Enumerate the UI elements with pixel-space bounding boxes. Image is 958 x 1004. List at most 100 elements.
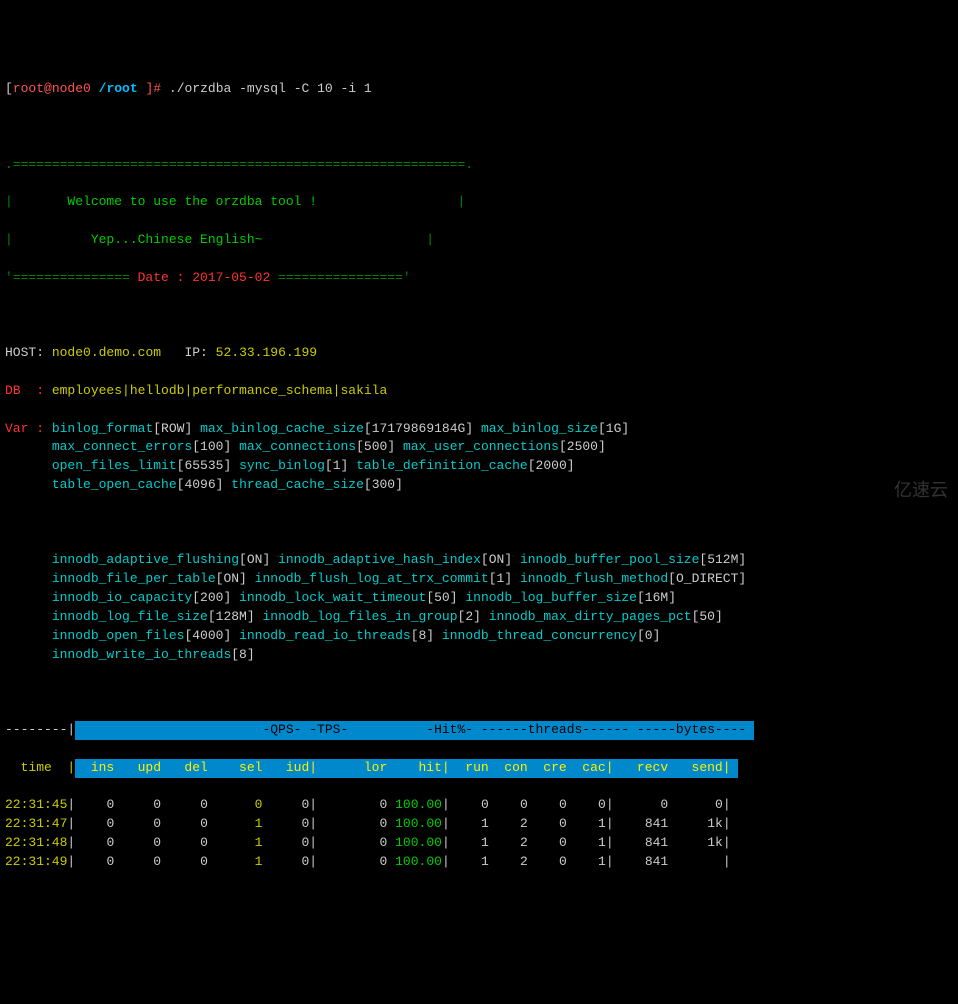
var-name: innodb_lock_wait_timeout [239, 590, 426, 605]
var-line: open_files_limit[65535] sync_binlog[1] t… [5, 457, 953, 476]
cell-time: 22:31:48 [5, 835, 67, 850]
innodb-vars-block: innodb_adaptive_flushing[ON] innodb_adap… [5, 551, 953, 664]
cell-recv: 841 [614, 835, 669, 850]
var-value: [8] [231, 647, 254, 662]
var-name: open_files_limit [52, 458, 177, 473]
prompt-user: root@node0 [13, 81, 91, 96]
blank-line [5, 514, 953, 533]
cell-del: 0 [161, 835, 208, 850]
var-name: max_binlog_size [481, 421, 598, 436]
var-value: [0] [637, 628, 660, 643]
time-column-header: time | [5, 760, 75, 775]
var-name: innodb_file_per_table [52, 571, 216, 586]
var-value: [1G] [598, 421, 629, 436]
cell-lor: 0 [317, 816, 387, 831]
var-name: table_definition_cache [356, 458, 528, 473]
var-value: [200] [192, 590, 231, 605]
table-row: 22:31:47| 0 0 0 1 0| 0 100.00| 1 2 0 1| … [5, 815, 953, 834]
data-rows: 22:31:45| 0 0 0 0 0| 0 100.00| 0 0 0 0| … [5, 796, 953, 871]
yep-text: Yep...Chinese English~ [91, 232, 263, 247]
var-value: [2500] [559, 439, 606, 454]
cell-del: 0 [161, 797, 208, 812]
cell-cre: 0 [528, 835, 567, 850]
cell-run: 1 [450, 835, 489, 850]
cell-lor: 0 [317, 797, 387, 812]
vars-block: Var : binlog_format[ROW] max_binlog_cach… [5, 420, 953, 495]
var-value: [ON] [481, 552, 512, 567]
var-name: innodb_adaptive_flushing [52, 552, 239, 567]
cell-hit: 100.00 [387, 816, 442, 831]
var-name: innodb_io_capacity [52, 590, 192, 605]
cell-lor: 0 [317, 835, 387, 850]
cell-sel: 1 [208, 816, 263, 831]
cell-cre: 0 [528, 797, 567, 812]
cell-cre: 0 [528, 854, 567, 869]
var-name: max_connections [239, 439, 356, 454]
cell-sel: 0 [208, 797, 263, 812]
host-ip: 52.33.196.199 [216, 345, 317, 360]
var-value: [2] [458, 609, 481, 624]
var-value: [500] [356, 439, 395, 454]
cell-sel: 1 [208, 835, 263, 850]
blank-line [5, 118, 953, 137]
prompt-path: /root [99, 81, 138, 96]
cell-upd: 0 [114, 854, 161, 869]
var-value: [2000] [528, 458, 575, 473]
cell-send: 1k [668, 835, 723, 850]
cell-upd: 0 [114, 835, 161, 850]
banner-yep-line: | Yep...Chinese English~ | [5, 231, 953, 250]
var-name: innodb_thread_concurrency [442, 628, 637, 643]
var-value: [ON] [239, 552, 270, 567]
var-name: innodb_log_files_in_group [262, 609, 457, 624]
var-name: innodb_max_dirty_pages_pct [489, 609, 692, 624]
innodb-var-line: innodb_adaptive_flushing[ON] innodb_adap… [5, 551, 953, 570]
cell-upd: 0 [114, 816, 161, 831]
cell-upd: 0 [114, 797, 161, 812]
prompt-close: ]# [145, 81, 161, 96]
cell-time: 22:31:49 [5, 854, 67, 869]
innodb-var-line: innodb_open_files[4000] innodb_read_io_t… [5, 627, 953, 646]
cell-ins: 0 [75, 835, 114, 850]
prompt-line: [root@node0 /root ]# ./orzdba -mysql -C … [5, 80, 953, 99]
var-name: innodb_buffer_pool_size [520, 552, 699, 567]
var-name: max_user_connections [403, 439, 559, 454]
var-value: [O_DIRECT] [668, 571, 746, 586]
cell-cac: 1 [567, 854, 606, 869]
var-value: [50] [426, 590, 457, 605]
var-name: innodb_flush_method [520, 571, 668, 586]
cell-recv: 841 [614, 816, 669, 831]
cell-run: 1 [450, 854, 489, 869]
var-name: max_binlog_cache_size [200, 421, 364, 436]
blank-line [5, 683, 953, 702]
var-value: [4096] [177, 477, 224, 492]
cell-del: 0 [161, 816, 208, 831]
cell-ins: 0 [75, 854, 114, 869]
cell-cac: 1 [567, 835, 606, 850]
var-line: max_connect_errors[100] max_connections[… [5, 438, 953, 457]
cell-sel: 1 [208, 854, 263, 869]
var-value: [300] [364, 477, 403, 492]
db-list: employees|hellodb|performance_schema|sak… [52, 383, 387, 398]
var-line: table_open_cache[4096] thread_cache_size… [5, 476, 953, 495]
innodb-var-line: innodb_io_capacity[200] innodb_lock_wait… [5, 589, 953, 608]
var-value: [1] [489, 571, 512, 586]
table-row: 22:31:49| 0 0 0 1 0| 0 100.00| 1 2 0 1| … [5, 853, 953, 872]
var-name: table_open_cache [52, 477, 177, 492]
var-value: [8] [411, 628, 434, 643]
innodb-var-line: innodb_file_per_table[ON] innodb_flush_l… [5, 570, 953, 589]
var-value: [65535] [177, 458, 232, 473]
cell-iud: 0 [262, 854, 309, 869]
var-value: [512M] [699, 552, 746, 567]
cell-recv: 841 [614, 854, 669, 869]
var-value: [ON] [216, 571, 247, 586]
var-value: [100] [192, 439, 231, 454]
table-header-1: --------| -QPS- -TPS- -Hit%- ------threa… [5, 721, 953, 740]
var-label: Var : [5, 421, 44, 436]
cell-hit: 100.00 [387, 797, 442, 812]
var-name: innodb_log_file_size [52, 609, 208, 624]
cell-run: 0 [450, 797, 489, 812]
var-name: innodb_open_files [52, 628, 185, 643]
var-value: [128M] [208, 609, 255, 624]
var-line: Var : binlog_format[ROW] max_binlog_cach… [5, 420, 953, 439]
host-line: HOST: node0.demo.com IP: 52.33.196.199 [5, 344, 953, 363]
